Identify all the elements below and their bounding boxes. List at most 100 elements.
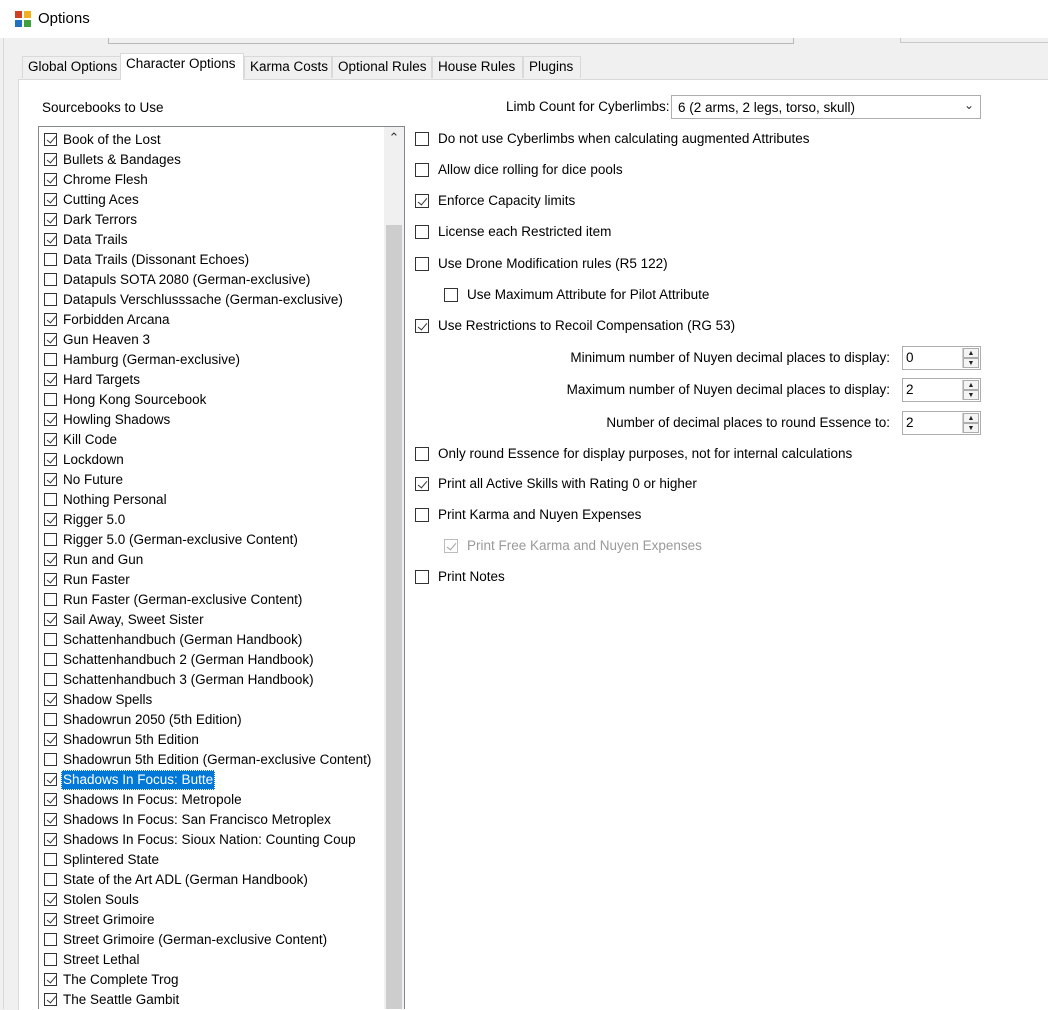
window-edge — [0, 38, 4, 1009]
numeric-stepper[interactable]: 2 ▲ ▼ — [902, 378, 981, 402]
sourcebook-checkbox[interactable] — [44, 833, 57, 846]
sourcebook-checkbox[interactable] — [44, 153, 57, 166]
sourcebook-checkbox[interactable] — [44, 573, 57, 586]
sourcebook-label: Data Trails — [63, 232, 128, 247]
sourcebook-label: No Future — [63, 472, 124, 487]
option-label: Use Restrictions to Recoil Compensation … — [438, 318, 736, 333]
sourcebook-checkbox[interactable] — [44, 593, 57, 606]
sourcebook-checkbox[interactable] — [44, 813, 57, 826]
option-checkbox[interactable] — [415, 319, 429, 333]
option-checkbox[interactable] — [415, 477, 429, 491]
spin-buttons[interactable]: ▲ ▼ — [962, 380, 979, 400]
option-checkbox[interactable] — [415, 570, 429, 584]
spin-up-icon[interactable]: ▲ — [963, 413, 979, 423]
sourcebook-checkbox[interactable] — [44, 673, 57, 686]
sourcebook-checkbox[interactable] — [44, 313, 57, 326]
numeric-stepper[interactable]: 0 ▲ ▼ — [902, 346, 981, 370]
limb-count-select[interactable]: 6 (2 arms, 2 legs, torso, skull) ⌄ — [671, 95, 981, 119]
sourcebook-checkbox[interactable] — [44, 613, 57, 626]
sourcebook-checkbox[interactable] — [44, 213, 57, 226]
spin-buttons[interactable]: ▲ ▼ — [962, 348, 979, 368]
sourcebook-label: Cutting Aces — [63, 192, 139, 207]
spin-down-icon[interactable]: ▼ — [963, 358, 979, 368]
tab-karma-costs[interactable]: Karma Costs — [244, 56, 332, 78]
numeric-stepper-value[interactable]: 2 — [906, 415, 914, 430]
sourcebook-checkbox[interactable] — [44, 253, 57, 266]
scroll-thumb[interactable] — [386, 225, 402, 1009]
option-checkbox[interactable] — [444, 288, 458, 302]
tab-house-rules[interactable]: House Rules — [432, 56, 523, 78]
spin-down-icon[interactable]: ▼ — [963, 423, 979, 433]
spin-up-icon[interactable]: ▲ — [963, 348, 979, 358]
sourcebook-checkbox[interactable] — [44, 133, 57, 146]
option-checkbox[interactable] — [415, 225, 429, 239]
sourcebook-checkbox[interactable] — [44, 433, 57, 446]
option-label: Allow dice rolling for dice pools — [438, 162, 623, 177]
numeric-stepper-value[interactable]: 2 — [906, 382, 914, 397]
sourcebook-checkbox[interactable] — [44, 513, 57, 526]
sourcebook-label: Datapuls Verschlusssache (German-exclusi… — [63, 292, 343, 307]
sourcebook-checkbox[interactable] — [44, 273, 57, 286]
spin-buttons[interactable]: ▲ ▼ — [962, 413, 979, 433]
sourcebook-checkbox[interactable] — [44, 773, 57, 786]
sourcebook-checkbox[interactable] — [44, 913, 57, 926]
sourcebook-checkbox[interactable] — [44, 533, 57, 546]
sourcebook-checkbox[interactable] — [44, 713, 57, 726]
scroll-up-icon[interactable]: ⌃ — [384, 127, 404, 147]
sourcebook-label: Dark Terrors — [63, 212, 138, 227]
sourcebook-checkbox[interactable] — [44, 413, 57, 426]
sourcebook-checkbox[interactable] — [44, 393, 57, 406]
option-checkbox[interactable] — [415, 257, 429, 271]
list-scrollbar[interactable]: ⌃ — [384, 127, 404, 1009]
option-checkbox[interactable] — [415, 163, 429, 177]
tab-global-options[interactable]: Global Options — [22, 56, 121, 78]
sourcebook-label: Data Trails (Dissonant Echoes) — [63, 252, 250, 267]
tab-optional-rules[interactable]: Optional Rules — [332, 56, 432, 78]
sourcebook-checkbox[interactable] — [44, 633, 57, 646]
sourcebook-checkbox[interactable] — [44, 473, 57, 486]
numeric-stepper[interactable]: 2 ▲ ▼ — [902, 411, 981, 435]
sourcebook-checkbox[interactable] — [44, 373, 57, 386]
sourcebook-label: Shadowrun 2050 (5th Edition) — [63, 712, 242, 727]
sourcebook-label: Kill Code — [63, 432, 118, 447]
sourcebook-checkbox[interactable] — [44, 653, 57, 666]
app-icon — [15, 11, 31, 27]
option-checkbox[interactable] — [415, 132, 429, 146]
tab-character-options[interactable]: Character Options — [120, 53, 244, 80]
sourcebook-checkbox[interactable] — [44, 853, 57, 866]
sourcebook-label: Shadows In Focus: San Francisco Metrople… — [63, 812, 331, 827]
sourcebook-label: Shadows In Focus: Metropole — [63, 792, 242, 807]
sourcebook-checkbox[interactable] — [44, 693, 57, 706]
sourcebook-checkbox[interactable] — [44, 733, 57, 746]
sourcebook-checkbox[interactable] — [44, 793, 57, 806]
sourcebook-checkbox[interactable] — [44, 973, 57, 986]
sourcebook-checkbox[interactable] — [44, 453, 57, 466]
option-checkbox[interactable] — [415, 508, 429, 522]
sourcebook-checkbox[interactable] — [44, 293, 57, 306]
spin-up-icon[interactable]: ▲ — [963, 380, 979, 390]
sourcebook-list[interactable]: Book of the Lost Bullets & Bandages Chrome… — [38, 126, 405, 1009]
sourcebook-checkbox[interactable] — [44, 893, 57, 906]
sourcebook-checkbox[interactable] — [44, 753, 57, 766]
spin-down-icon[interactable]: ▼ — [963, 390, 979, 400]
option-checkbox[interactable] — [415, 447, 429, 461]
tab-plugins[interactable]: Plugins — [523, 56, 581, 78]
sourcebook-checkbox[interactable] — [44, 493, 57, 506]
sourcebook-checkbox[interactable] — [44, 873, 57, 886]
sourcebook-checkbox[interactable] — [44, 953, 57, 966]
sourcebook-label: Street Grimoire — [63, 912, 155, 927]
sourcebook-checkbox[interactable] — [44, 173, 57, 186]
sourcebook-checkbox[interactable] — [44, 553, 57, 566]
option-checkbox[interactable] — [415, 194, 429, 208]
sourcebook-checkbox[interactable] — [44, 993, 57, 1006]
numeric-stepper-value[interactable]: 0 — [906, 350, 914, 365]
option-label: License each Restricted item — [438, 224, 612, 239]
sourcebook-checkbox[interactable] — [44, 333, 57, 346]
option-label: Only round Essence for display purposes,… — [438, 446, 853, 461]
sourcebook-checkbox[interactable] — [44, 353, 57, 366]
sourcebook-label: Sail Away, Sweet Sister — [63, 612, 204, 627]
sourcebook-label: Rigger 5.0 (German-exclusive Content) — [63, 532, 298, 547]
sourcebook-checkbox[interactable] — [44, 933, 57, 946]
sourcebook-checkbox[interactable] — [44, 233, 57, 246]
sourcebook-checkbox[interactable] — [44, 193, 57, 206]
